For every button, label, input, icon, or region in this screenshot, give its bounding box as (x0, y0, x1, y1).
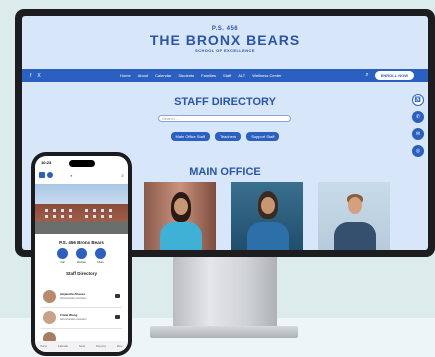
nav-item-families[interactable]: Families (201, 73, 216, 78)
phone-icon[interactable]: ✆ (412, 111, 424, 123)
staff-directory-title: STAFF DIRECTORY (174, 96, 276, 108)
x-icon[interactable]: X (37, 73, 40, 79)
staff-photo[interactable] (231, 182, 303, 250)
social-links: f X (30, 73, 120, 79)
nav-item-home[interactable]: Home (120, 73, 131, 78)
staff-filters: Main Office Staff Teachers Support Staff (22, 132, 428, 141)
staff-photo[interactable] (318, 182, 390, 250)
side-toolbar: ♿ ✆ ✉ ◎ (412, 94, 424, 157)
bottom-tab-bar: Home Calendar News Directory More (35, 341, 128, 352)
nav-menu: Home About Calendar Students Families St… (120, 73, 282, 78)
call-label: Call (60, 261, 65, 264)
school-logo[interactable]: P.S. 456 THE BRONX BEARS SCHOOL OF EXCEL… (22, 26, 428, 53)
search-icon[interactable]: ⌕ (121, 173, 124, 179)
tab-home[interactable]: Home (40, 345, 47, 348)
enroll-now-button[interactable]: ENROLL NOW (374, 71, 414, 80)
logo-tagline: SCHOOL OF EXCELLENCE (195, 48, 255, 53)
quick-action-labels: Call Website Share (35, 261, 128, 264)
call-button[interactable] (57, 248, 68, 259)
logo-school-name: THE BRONX BEARS (149, 32, 301, 48)
list-item[interactable]: Alejandra Alvarez Administrative Assista… (41, 287, 122, 308)
staff-name: Frank Wong (60, 313, 78, 317)
filter-teachers-button[interactable]: Teachers (214, 132, 242, 141)
share-label: Share (97, 261, 104, 264)
nav-item-wellness-center[interactable]: Wellness Center (252, 73, 281, 78)
mail-icon[interactable]: ✉ (412, 128, 424, 140)
facebook-icon[interactable]: f (30, 73, 31, 79)
avatar (43, 290, 56, 303)
tab-calendar[interactable]: Calendar (58, 345, 68, 348)
monitor-stand-base (150, 326, 298, 338)
staff-photo[interactable] (144, 182, 216, 250)
search-icon[interactable]: ⌕ (365, 72, 368, 79)
website-button[interactable] (76, 248, 87, 259)
status-time: 10:23 (41, 160, 52, 165)
staff-search-input[interactable]: Search... (158, 115, 291, 122)
staff-role: Administrative Assistant (60, 318, 87, 321)
mail-icon[interactable] (115, 294, 120, 298)
tab-more[interactable]: More (117, 345, 123, 348)
filter-main-office-button[interactable]: Main Office Staff (170, 132, 210, 141)
directory-title: Staff Directory (65, 271, 97, 276)
nav-item-students[interactable]: Students (178, 73, 194, 78)
globe-icon[interactable]: ◎ (412, 145, 424, 157)
share-button[interactable] (95, 248, 106, 259)
accessibility-icon[interactable]: ♿ (412, 94, 424, 106)
filter-support-staff-button[interactable]: Support Staff (246, 132, 280, 141)
mobile-phone: 10:23 ✦ ⌕ P.S. 456 Bronx Bears Call Webs… (31, 152, 132, 356)
nav-item-calendar[interactable]: Calendar (155, 73, 171, 78)
list-item[interactable]: Frank Wong Administrative Assistant (41, 308, 122, 329)
nav-item-about[interactable]: About (138, 73, 148, 78)
app-logo: ✦ (70, 174, 73, 178)
phone-notch (69, 160, 95, 167)
staff-name: Alejandra Alvarez (60, 292, 86, 296)
quick-actions (35, 248, 128, 259)
tab-news[interactable]: News (79, 345, 85, 348)
school-name: P.S. 456 Bronx Bears (59, 240, 104, 245)
main-navigation: f X Home About Calendar Students Familie… (22, 69, 428, 82)
tab-directory[interactable]: Directory (96, 345, 106, 348)
school-building-photo (35, 184, 128, 234)
app-header: ✦ ⌕ (35, 169, 128, 183)
nav-item-alt[interactable]: ALT (238, 73, 245, 78)
avatar (43, 311, 56, 324)
website-label: Website (77, 261, 86, 264)
staff-role: Administrative Assistant (60, 297, 87, 300)
mail-icon[interactable] (115, 315, 120, 319)
mobile-app-screen: 10:23 ✦ ⌕ P.S. 456 Bronx Bears Call Webs… (35, 156, 128, 352)
nav-item-staff[interactable]: Staff (223, 73, 231, 78)
monitor-stand (173, 250, 277, 332)
